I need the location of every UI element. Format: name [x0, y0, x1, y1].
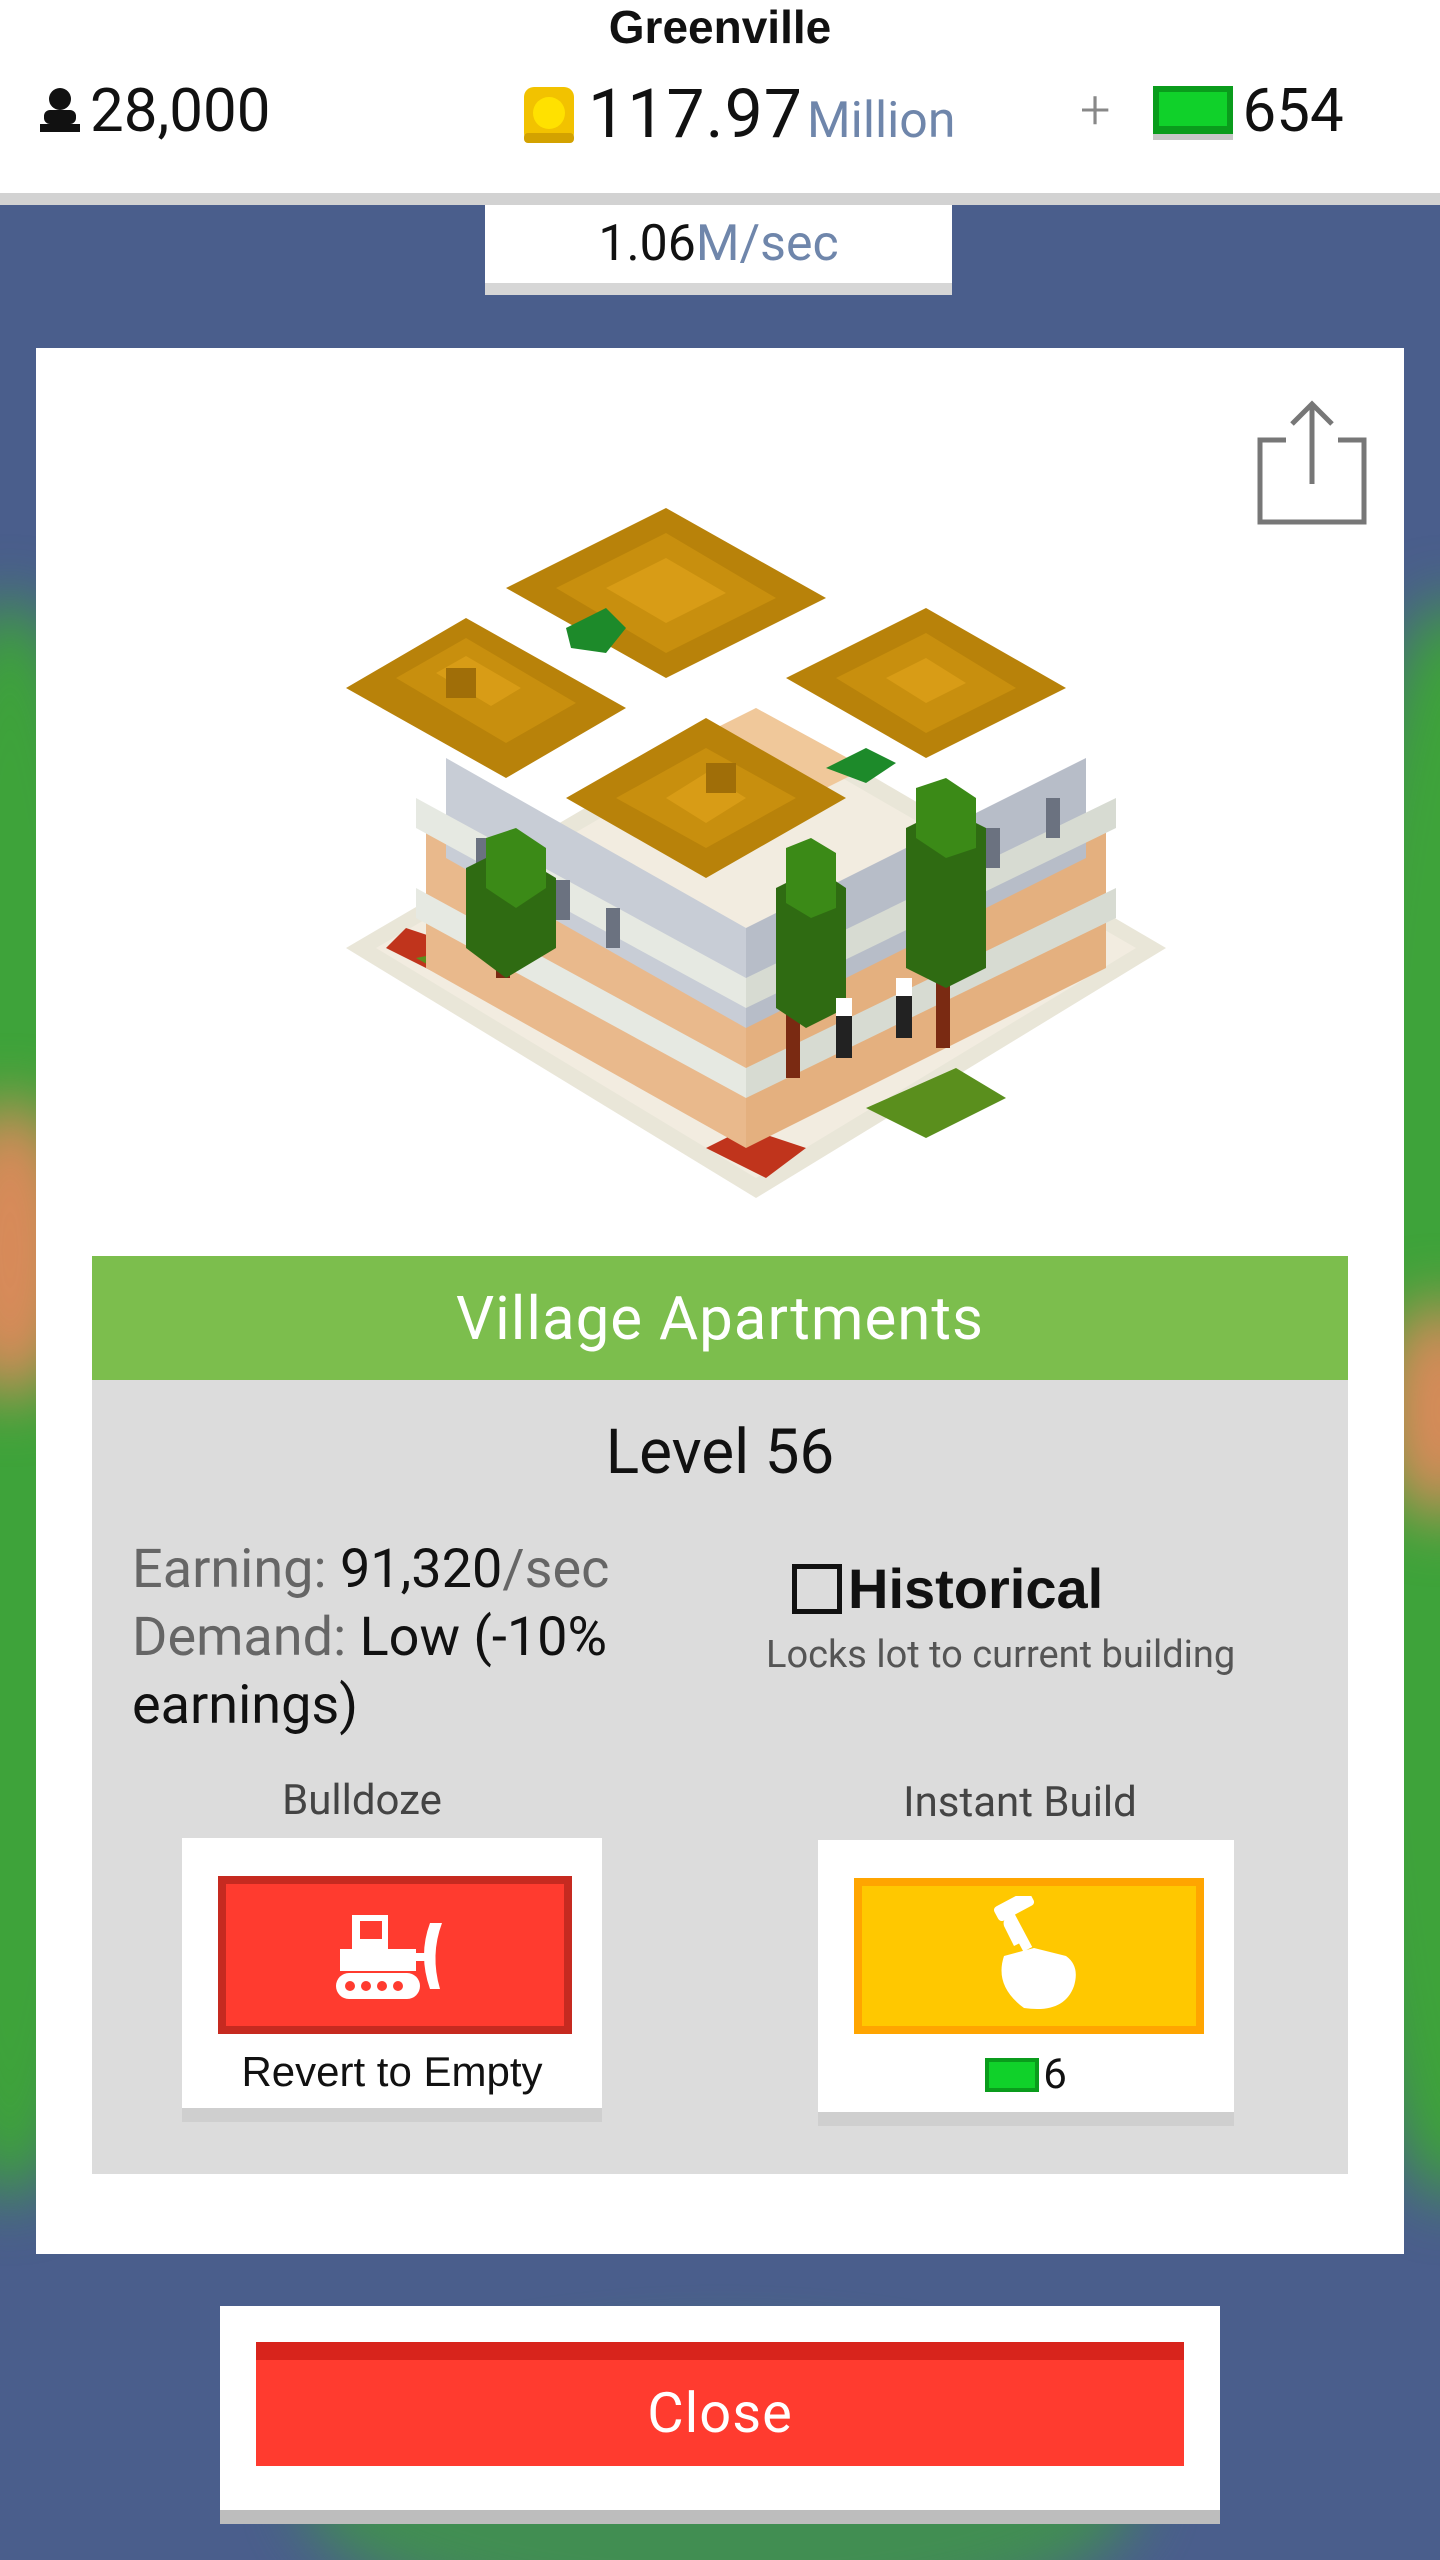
coin-icon	[524, 87, 574, 143]
earning-value: 91,320	[339, 1538, 503, 1601]
earning-label: Earning:	[132, 1538, 327, 1601]
historical-toggle[interactable]: Historical Locks lot to current building	[766, 1556, 1312, 1677]
population-value: 28,000	[90, 74, 271, 146]
person-icon	[40, 88, 80, 132]
hand-hammer-icon	[993, 1896, 1076, 2010]
building-level: Level 56	[605, 1416, 835, 1489]
building-name: Village Apartments	[92, 1256, 1348, 1380]
city-name: Greenville	[608, 1, 832, 53]
earning-row: Earning: 91,320/sec	[132, 1536, 692, 1604]
share-icon[interactable]	[1246, 398, 1376, 528]
instant-build-label: Instant Build	[903, 1778, 1137, 1827]
rate-value: 1.06	[598, 215, 696, 273]
population-counter: 28,000	[38, 70, 270, 150]
instant-build-cost: 6	[818, 2050, 1234, 2099]
top-hud: Greenville 28,000 117.97 Million + 654	[0, 0, 1440, 205]
bucks-value: 654	[1242, 74, 1344, 146]
building-details-modal: Village Apartments Level 56 Earning: 91,…	[36, 348, 1404, 2254]
demand-label: Demand:	[132, 1606, 347, 1669]
add-bucks-icon[interactable]: +	[1080, 79, 1111, 142]
revert-to-empty-text: Revert to Empty	[241, 2048, 543, 2095]
close-button-frame: Close	[220, 2306, 1220, 2524]
bulldozer-icon	[336, 1915, 442, 1999]
historical-description: Locks lot to current building	[766, 1633, 1236, 1677]
instant-build-tile[interactable]: 6	[818, 1840, 1234, 2126]
income-rate: 1.06 M/sec	[485, 205, 952, 295]
bucks-counter[interactable]: + 654	[1080, 70, 1344, 150]
bulldoze-tile[interactable]: Revert to Empty	[182, 1838, 602, 2122]
historical-checkbox-row[interactable]: Historical	[792, 1556, 1312, 1621]
close-button[interactable]: Close	[256, 2342, 1184, 2466]
building-stats: Earning: 91,320/sec Demand: Low (-10% ea…	[132, 1536, 692, 1740]
building-info-card: Village Apartments Level 56 Earning: 91,…	[92, 1256, 1348, 2174]
coins-unit: Million	[807, 92, 956, 150]
building-image	[346, 508, 1166, 1198]
bulldoze-label: Bulldoze	[282, 1776, 442, 1825]
instant-build-button[interactable]	[854, 1878, 1204, 2034]
bucks-icon	[985, 2057, 1040, 2092]
bucks-icon	[1152, 86, 1233, 134]
coins-amount: 117.97	[588, 74, 804, 154]
coins-counter: 117.97 Million	[520, 70, 955, 158]
demand-row: Demand: Low (-10% earnings)	[132, 1604, 692, 1740]
earning-unit: /sec	[502, 1538, 610, 1601]
bulldoze-button[interactable]	[218, 1876, 572, 2034]
historical-label: Historical	[848, 1557, 1104, 1620]
historical-checkbox[interactable]	[792, 1563, 842, 1614]
instant-build-cost-value: 6	[1043, 2050, 1067, 2099]
rate-unit: M/sec	[695, 215, 839, 273]
